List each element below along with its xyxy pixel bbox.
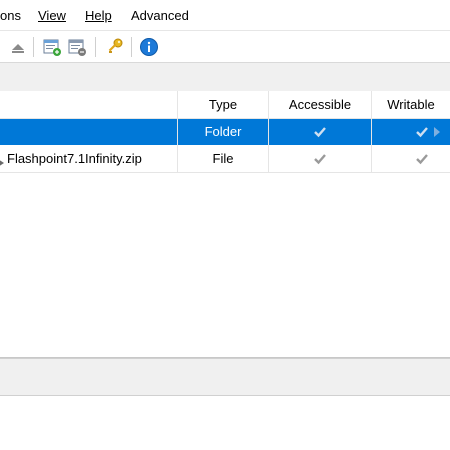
status-strip <box>0 358 450 396</box>
check-icon <box>312 151 328 167</box>
table-row[interactable]: Folder <box>0 119 450 145</box>
check-icon <box>414 151 430 167</box>
grid-line <box>177 118 178 172</box>
row-name <box>0 119 177 145</box>
toolbar-separator <box>95 37 96 57</box>
grid-line <box>371 118 372 172</box>
row-name: Flashpoint7.1Infinity.zip <box>7 151 142 166</box>
path-bar <box>0 62 450 92</box>
menu-view[interactable]: View <box>38 8 66 24</box>
column-header-type-label: Type <box>208 97 238 112</box>
menu-help[interactable]: Help <box>85 8 112 24</box>
up-arrow-icon[interactable] <box>8 37 28 57</box>
table-row[interactable]: Flashpoint7.1Infinity.zip File <box>0 146 450 172</box>
menu-help-label: Help <box>85 8 112 23</box>
menu-bar: ons View Help Advanced <box>0 0 450 30</box>
row-type: Folder <box>204 124 242 139</box>
toolbar <box>0 30 450 63</box>
column-header-writable[interactable]: Writable <box>372 91 450 119</box>
menu-view-label: View <box>38 8 66 23</box>
grid-line <box>268 118 269 172</box>
check-icon <box>414 124 430 140</box>
menu-advanced[interactable]: Advanced <box>131 8 189 24</box>
column-header-name[interactable] <box>0 91 178 119</box>
toolbar-separator <box>131 37 132 57</box>
grid-line <box>0 172 450 173</box>
column-header-accessible-label: Accessible <box>288 97 352 112</box>
add-item-icon[interactable] <box>42 37 62 57</box>
row-type: File <box>212 151 234 166</box>
file-list[interactable]: Type Accessible Writable Folder Flashpoi… <box>0 91 450 357</box>
column-header-type[interactable]: Type <box>178 91 269 119</box>
key-icon[interactable] <box>105 37 125 57</box>
remove-item-icon[interactable] <box>67 37 87 57</box>
menu-options[interactable]: ons <box>0 8 21 24</box>
check-icon <box>312 124 328 140</box>
column-header-accessible[interactable]: Accessible <box>269 91 372 119</box>
file-icon <box>0 155 4 166</box>
menu-advanced-label: Advanced <box>131 8 189 23</box>
column-header-writable-label: Writable <box>387 97 435 112</box>
info-icon[interactable] <box>139 37 159 57</box>
toolbar-separator <box>33 37 34 57</box>
details-pane <box>0 396 450 450</box>
expand-chevron-icon <box>432 125 442 139</box>
